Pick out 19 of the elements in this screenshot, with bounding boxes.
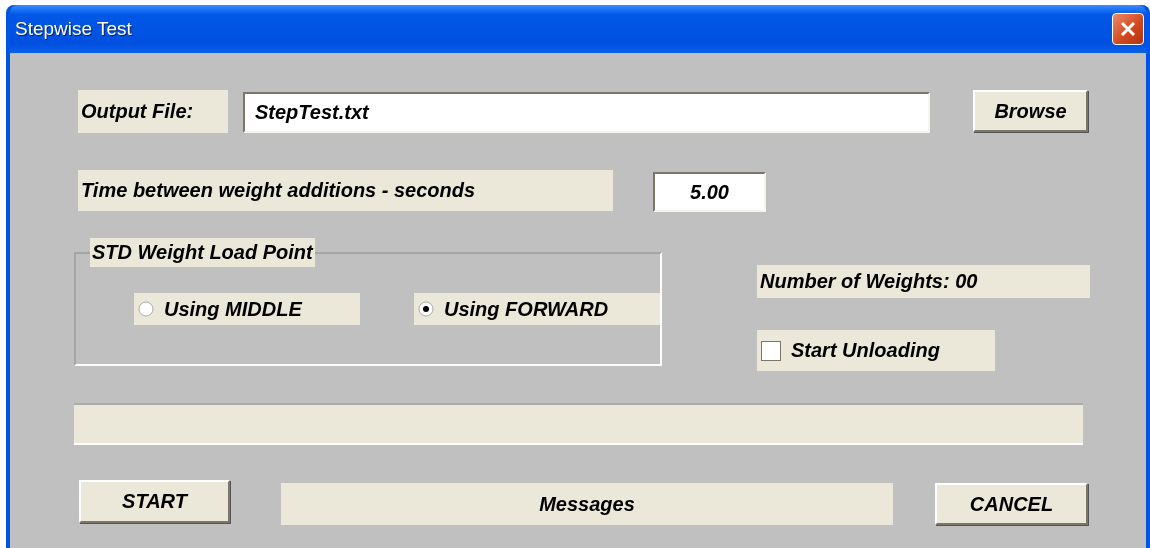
field-label: Time between weight additions - seconds — [78, 170, 613, 211]
radio-button-icon[interactable] — [418, 301, 434, 317]
radio-button-icon[interactable] — [138, 301, 154, 317]
window-title: Stepwise Test — [14, 18, 132, 40]
checkbox-option[interactable]: Start Unloading — [757, 330, 995, 371]
start-button[interactable]: START — [79, 480, 230, 523]
cancel-button[interactable]: CANCEL — [935, 483, 1088, 525]
radio-option[interactable]: Using FORWARD — [414, 293, 660, 325]
messages-label: Messages — [281, 483, 893, 525]
close-icon — [1119, 20, 1137, 38]
radio-option[interactable]: Using MIDDLE — [134, 293, 360, 325]
interval-field[interactable]: 5.00 — [653, 172, 766, 212]
field-label: Output File: — [78, 90, 228, 133]
checkbox-icon[interactable] — [761, 340, 781, 361]
weights-count-label: Number of Weights: 00 — [757, 265, 1090, 298]
group-box-title: STD Weight Load Point — [90, 238, 315, 267]
output-file-field[interactable]: StepTest.txt — [243, 92, 930, 133]
browse-button[interactable]: Browse — [973, 90, 1088, 132]
close-button[interactable] — [1112, 13, 1144, 45]
